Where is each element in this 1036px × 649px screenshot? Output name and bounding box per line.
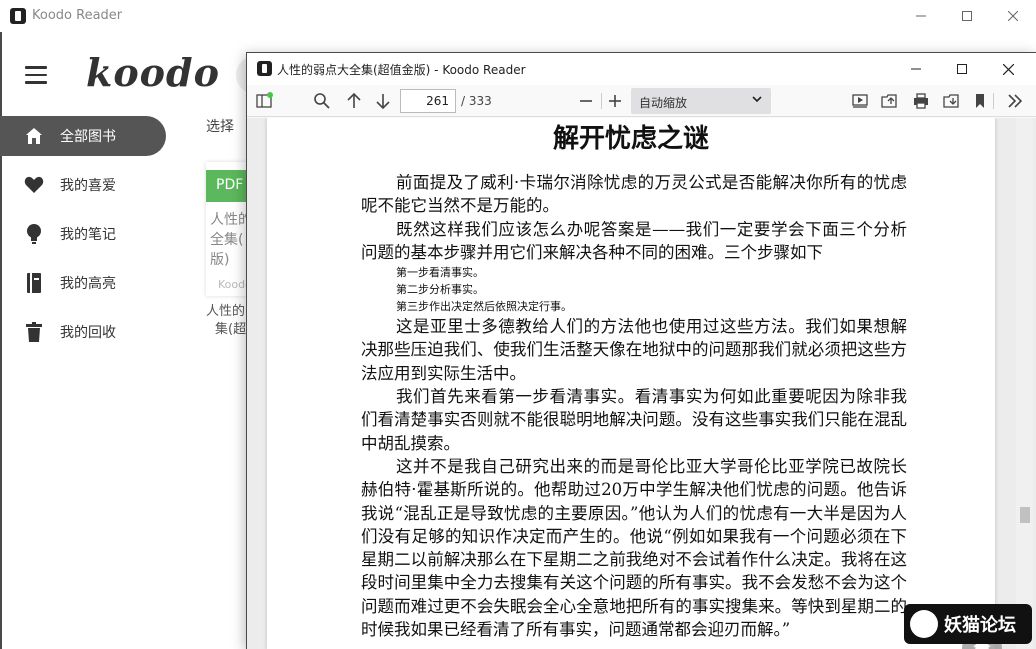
reader-window-title: 人性的弱点大全集(超值金版) - Koodo Reader (277, 63, 526, 77)
heart-icon (24, 175, 44, 195)
paragraph: 既然这样我们应该怎么办呢答案是——我们一定要学会下面三个分析问题的基本步骤并用它… (361, 219, 907, 262)
hamburger-menu-icon[interactable] (25, 66, 47, 86)
watermark-text: 妖猫论坛 (944, 615, 1016, 636)
presentation-mode-button[interactable] (848, 89, 872, 113)
reader-maximize-button[interactable] (939, 53, 985, 85)
paragraph: 我们首先来看第一步看清事实。看清事实为何如此重要呢因为除非我们看清楚事实否则就不… (361, 387, 907, 453)
presentation-icon (852, 94, 868, 108)
maximize-icon (962, 11, 972, 21)
toolbar-separator (993, 93, 994, 109)
sidebar-item-label: 我的回收 (60, 325, 116, 341)
minimize-icon (916, 15, 926, 17)
sidebar-item-label: 我的高亮 (60, 276, 116, 292)
highlight-book-icon (24, 273, 44, 293)
double-chevron-right-icon (1008, 94, 1023, 108)
cover-line: 人性的 (210, 212, 248, 228)
main-titlebar: Koodo Reader (0, 0, 1036, 32)
previous-page-button[interactable] (342, 89, 366, 113)
open-file-button[interactable] (877, 89, 901, 113)
sidebar-item-label: 全部图书 (60, 129, 116, 145)
next-page-button[interactable] (371, 89, 395, 113)
cat-logo-icon (910, 610, 938, 638)
page-number-input[interactable] (400, 89, 456, 113)
sidebar-item-trash[interactable]: 我的回收 (0, 312, 166, 352)
koodo-app-icon (257, 61, 272, 76)
sidebar-item-label: 我的笔记 (60, 227, 116, 243)
paragraph: 前面提及了威利·卡瑞尔消除忧虑的万灵公式是否能解决你所有的忧虑呢不能它当然不是万… (361, 173, 907, 216)
trash-icon (24, 322, 44, 342)
close-icon (1008, 11, 1018, 21)
tools-menu-button[interactable] (1003, 89, 1027, 113)
zoom-select[interactable]: 自动缩放 (631, 88, 771, 114)
page-body: 前面提及了威利·卡瑞尔消除忧虑的万灵公式是否能解决你所有的忧虑呢不能它当然不是万… (361, 171, 907, 641)
koodo-app-icon (10, 8, 26, 24)
reader-window: 人性的弱点大全集(超值金版) - Koodo Reader / 333 (246, 52, 1036, 649)
sidebar-toggle-icon (256, 92, 273, 108)
print-button[interactable] (909, 89, 933, 113)
cover-line: 全集( (210, 232, 244, 248)
main-window-title: Koodo Reader (32, 8, 123, 23)
sidebar-item-highlights[interactable]: 我的高亮 (0, 263, 166, 303)
open-file-icon (881, 94, 897, 108)
select-button[interactable]: 选择 (206, 116, 234, 136)
close-icon (1002, 63, 1014, 75)
bookmark-icon (976, 94, 984, 108)
find-button[interactable] (310, 89, 334, 113)
arrow-up-icon (347, 92, 361, 108)
forum-watermark: 妖猫论坛 (904, 604, 1032, 644)
reader-minimize-button[interactable] (893, 53, 939, 85)
maximize-button[interactable] (944, 0, 990, 32)
bulb-icon (24, 224, 44, 244)
download-icon (943, 94, 959, 108)
reader-close-button[interactable] (985, 53, 1031, 85)
book-cover-footer: Koodo (218, 278, 248, 291)
book-title-caption[interactable]: 人性的 集(超 (206, 303, 248, 339)
zoom-select-value: 自动缩放 (639, 96, 688, 110)
toolbar-separator (601, 93, 602, 109)
sidebar: 全部图书 我的喜爱 我的笔记 我的高亮 我的回收 (0, 116, 170, 361)
page-total-label: / 333 (461, 94, 492, 108)
bookmark-button[interactable] (968, 89, 992, 113)
sidebar-item-label: 我的喜爱 (60, 178, 116, 194)
page-heading: 解开忧虑之谜 (552, 124, 709, 154)
chevron-down-icon (751, 93, 763, 108)
caption-line: 人性的 (206, 304, 246, 319)
pdf-viewer[interactable]: 解开忧虑之谜 前面提及了威利·卡瑞尔消除忧虑的万灵公式是否能解决你所有的忧虑呢不… (247, 118, 1036, 649)
paragraph: 这是亚里士多德教给人们的方法他也使用过这些方法。我们如果想解决那些压迫我们、使我… (361, 317, 907, 383)
pdf-toolbar: / 333 自动缩放 (247, 85, 1036, 117)
search-icon (314, 93, 330, 109)
book-cover-text: 人性的 全集( 版) (210, 210, 248, 270)
caption-line: 集(超 (215, 322, 247, 337)
print-icon (914, 93, 928, 109)
close-button[interactable] (990, 0, 1036, 32)
paragraph: 这并不是我自己研究出来的而是哥伦比亚大学哥伦比亚学院已故院长赫伯特·霍基斯所说的… (361, 456, 907, 640)
vertical-scrollbar[interactable] (1016, 118, 1033, 649)
minimize-icon (911, 68, 921, 70)
step-line: 第一步看清事实。 (396, 266, 484, 280)
book-card[interactable]: PDF 人性的 全集( 版) Koodo (206, 162, 248, 296)
sidebar-item-all-books[interactable]: 全部图书 (0, 116, 166, 156)
cover-line: 版) (210, 252, 230, 268)
home-icon (24, 126, 44, 146)
zoom-in-button[interactable] (603, 89, 627, 113)
sidebar-item-notes[interactable]: 我的笔记 (0, 214, 166, 254)
minimize-button[interactable] (898, 0, 944, 32)
step-line: 第二步分析事实。 (396, 283, 484, 297)
reader-titlebar: 人性的弱点大全集(超值金版) - Koodo Reader (247, 53, 1036, 85)
minus-icon (580, 100, 592, 102)
sidebar-item-favorites[interactable]: 我的喜爱 (0, 165, 166, 205)
maximize-icon (957, 64, 967, 74)
zoom-out-button[interactable] (574, 89, 598, 113)
scrollbar-thumb[interactable] (1020, 507, 1030, 523)
step-line: 第三步作出决定然后依照决定行事。 (396, 300, 572, 314)
pdf-page: 解开忧虑之谜 前面提及了威利·卡瑞尔消除忧虑的万灵公式是否能解决你所有的忧虑呢不… (267, 118, 1002, 649)
download-button[interactable] (939, 89, 963, 113)
koodo-logo: koodo (86, 50, 220, 95)
pdf-format-badge: PDF (206, 170, 248, 202)
sidebar-toggle-button[interactable] (252, 89, 276, 113)
plus-icon (609, 95, 621, 107)
arrow-down-icon (376, 94, 390, 110)
